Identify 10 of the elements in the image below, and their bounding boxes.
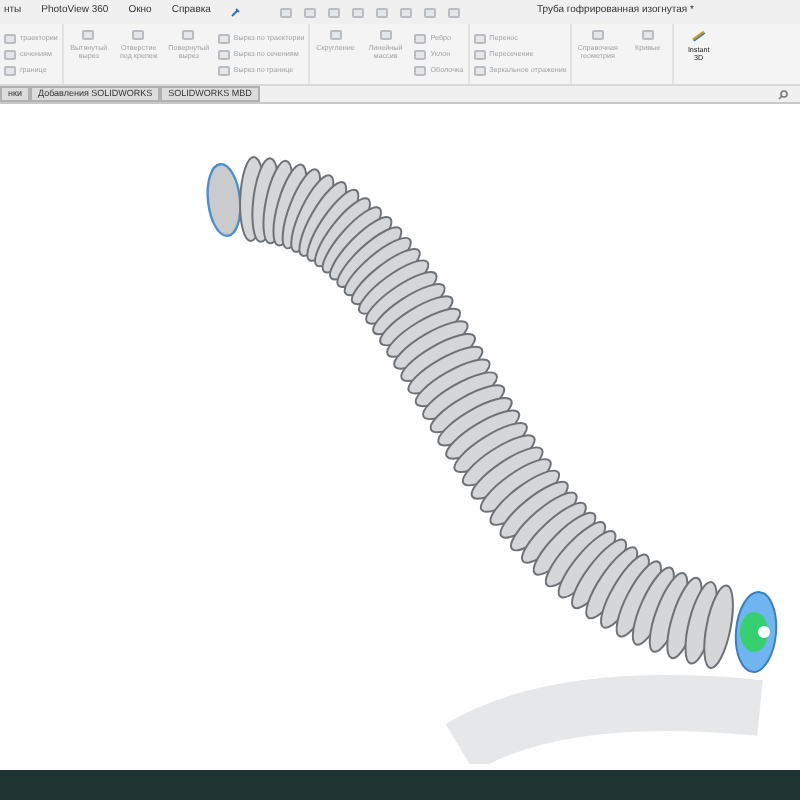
feature-icon bbox=[379, 30, 392, 40]
feature-icon bbox=[591, 30, 604, 40]
search-icon[interactable] bbox=[778, 90, 788, 100]
feature-icon bbox=[82, 30, 95, 40]
feature-icon bbox=[182, 30, 195, 40]
feature-icon bbox=[641, 30, 654, 40]
instant3d-icon bbox=[691, 30, 706, 42]
feature-icon bbox=[329, 30, 342, 40]
feature-icon bbox=[132, 30, 145, 40]
pin-icon[interactable] bbox=[230, 7, 241, 17]
